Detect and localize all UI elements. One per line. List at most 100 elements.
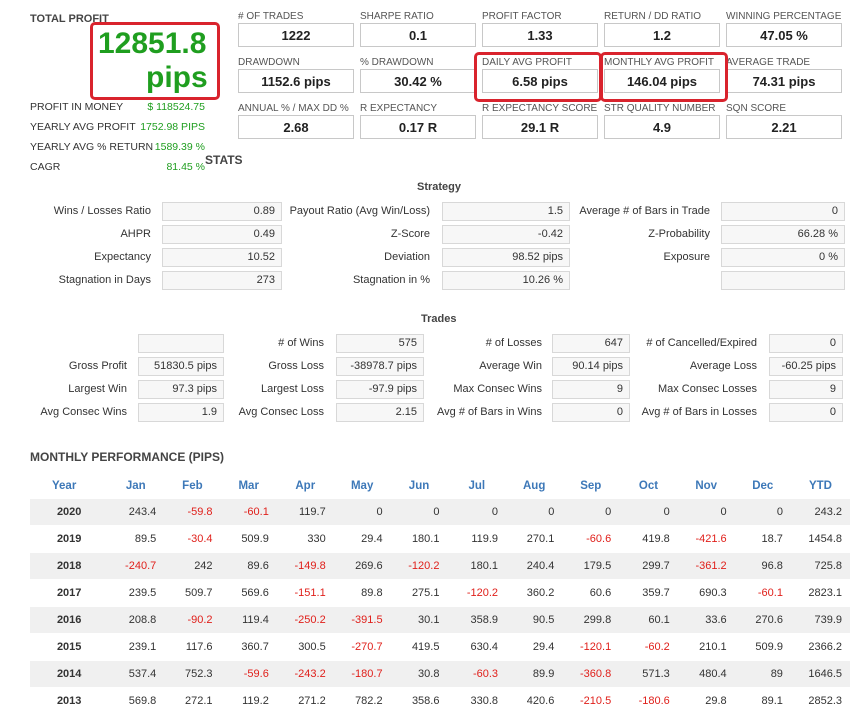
total-profit-highlight <box>90 22 220 100</box>
trades-value: 9 <box>552 380 630 399</box>
metric-label: SHARPE RATIO <box>360 11 434 22</box>
summary-row-label: PROFIT IN MONEY <box>30 101 123 113</box>
column-header: Jan <box>107 474 164 499</box>
month-cell: 360.7 <box>221 634 277 661</box>
month-cell: -270.7 <box>334 634 391 661</box>
strategy-label: Average # of Bars in Trade <box>579 205 710 217</box>
month-cell: 29.4 <box>334 526 391 553</box>
strategy-value: 10.26 % <box>442 271 570 290</box>
strategy-label: Z-Score <box>391 228 430 240</box>
table-row: 201989.5-30.4509.933029.4180.1119.9270.1… <box>30 526 850 553</box>
month-cell: -60.3 <box>447 661 506 688</box>
metric-label: SQN SCORE <box>726 103 786 114</box>
month-cell: 509.9 <box>735 634 791 661</box>
month-cell: 2823.1 <box>791 580 850 607</box>
monthly-title: MONTHLY PERFORMANCE (PIPS) <box>30 450 224 464</box>
month-cell: -120.2 <box>447 580 506 607</box>
month-cell: 33.6 <box>678 607 735 634</box>
trades-label: Avg # of Bars in Wins <box>437 406 542 418</box>
month-cell: -60.1 <box>221 499 277 526</box>
monthly-avg-highlight <box>600 52 728 102</box>
table-row: 2016208.8-90.2119.4-250.2-391.530.1358.9… <box>30 607 850 634</box>
trades-value: 1.9 <box>138 403 224 422</box>
month-cell: 0 <box>391 499 448 526</box>
column-header: Nov <box>678 474 735 499</box>
month-cell: 243.2 <box>791 499 850 526</box>
summary-row: YEARLY AVG PROFIT1752.98 PIPS <box>30 121 205 133</box>
month-cell: 360.2 <box>506 580 562 607</box>
month-cell: -250.2 <box>277 607 334 634</box>
stats-heading: STATS <box>205 153 243 167</box>
metric-value: 47.05 % <box>726 23 842 47</box>
month-cell: -360.8 <box>562 661 619 688</box>
summary-row-value: 1752.98 PIPS <box>140 121 205 133</box>
month-cell: 0 <box>334 499 391 526</box>
trades-label: Gross Loss <box>268 360 324 372</box>
month-cell: 569.6 <box>221 580 277 607</box>
month-cell: 480.4 <box>678 661 735 688</box>
month-cell: 270.1 <box>506 526 562 553</box>
month-cell: 180.1 <box>391 526 448 553</box>
strategy-value: 0 % <box>721 248 845 267</box>
trades-value: 0 <box>769 403 843 422</box>
summary-row-value: 1589.39 % <box>155 141 205 153</box>
trades-title: Trades <box>421 313 456 325</box>
column-header: Jul <box>447 474 506 499</box>
month-cell: 119.7 <box>277 499 334 526</box>
metric-value: 1.33 <box>482 23 598 47</box>
column-header: Jun <box>391 474 448 499</box>
metric-label: PROFIT FACTOR <box>482 11 562 22</box>
metric-value: 1152.6 pips <box>238 69 354 93</box>
trades-label: Avg Consec Loss <box>239 406 324 418</box>
month-cell: -361.2 <box>678 553 735 580</box>
trades-label: Largest Loss <box>261 383 324 395</box>
metric-value: 1.2 <box>604 23 720 47</box>
month-cell: 275.1 <box>391 580 448 607</box>
month-cell: 739.9 <box>791 607 850 634</box>
month-cell: 300.5 <box>277 634 334 661</box>
month-cell: 509.9 <box>221 526 277 553</box>
month-cell: -120.2 <box>391 553 448 580</box>
metric-value: 2.68 <box>238 115 354 139</box>
month-cell: 782.2 <box>334 688 391 714</box>
trades-value: 51830.5 pips <box>138 357 224 376</box>
trades-value: 9 <box>769 380 843 399</box>
month-cell: 270.6 <box>735 607 791 634</box>
month-cell: 630.4 <box>447 634 506 661</box>
trades-label: # of Wins <box>278 337 324 349</box>
month-cell: 29.8 <box>678 688 735 714</box>
strategy-value: 0.89 <box>162 202 282 221</box>
month-cell: 419.8 <box>619 526 678 553</box>
month-cell: -391.5 <box>334 607 391 634</box>
month-cell: 239.1 <box>107 634 164 661</box>
month-cell: 89 <box>735 661 791 688</box>
table-row: 2017239.5509.7569.6-151.189.8275.1-120.2… <box>30 580 850 607</box>
month-cell: -59.8 <box>164 499 220 526</box>
column-header: Year <box>30 474 107 499</box>
metric-value: 0.1 <box>360 23 476 47</box>
metric-label: AVERAGE TRADE <box>726 57 810 68</box>
strategy-title: Strategy <box>417 181 461 193</box>
summary-row-value: $ 118524.75 <box>147 101 205 113</box>
trades-value: -97.9 pips <box>336 380 424 399</box>
daily-avg-highlight <box>474 52 602 102</box>
month-cell: 96.8 <box>735 553 791 580</box>
month-cell: 330 <box>277 526 334 553</box>
month-cell: -210.5 <box>562 688 619 714</box>
metric-value: 30.42 % <box>360 69 476 93</box>
month-cell: 210.1 <box>678 634 735 661</box>
strategy-value: 1.5 <box>442 202 570 221</box>
month-cell: -243.2 <box>277 661 334 688</box>
summary-row-label: CAGR <box>30 161 60 173</box>
table-row: 2015239.1117.6360.7300.5-270.7419.5630.4… <box>30 634 850 661</box>
month-cell: 752.3 <box>164 661 220 688</box>
month-cell: 1454.8 <box>791 526 850 553</box>
trades-label: Max Consec Wins <box>453 383 542 395</box>
month-cell: -90.2 <box>164 607 220 634</box>
trades-label: Max Consec Losses <box>658 383 757 395</box>
year-cell: 2014 <box>30 661 107 688</box>
month-cell: -149.8 <box>277 553 334 580</box>
year-cell: 2017 <box>30 580 107 607</box>
year-cell: 2018 <box>30 553 107 580</box>
strategy-label: Deviation <box>384 251 430 263</box>
